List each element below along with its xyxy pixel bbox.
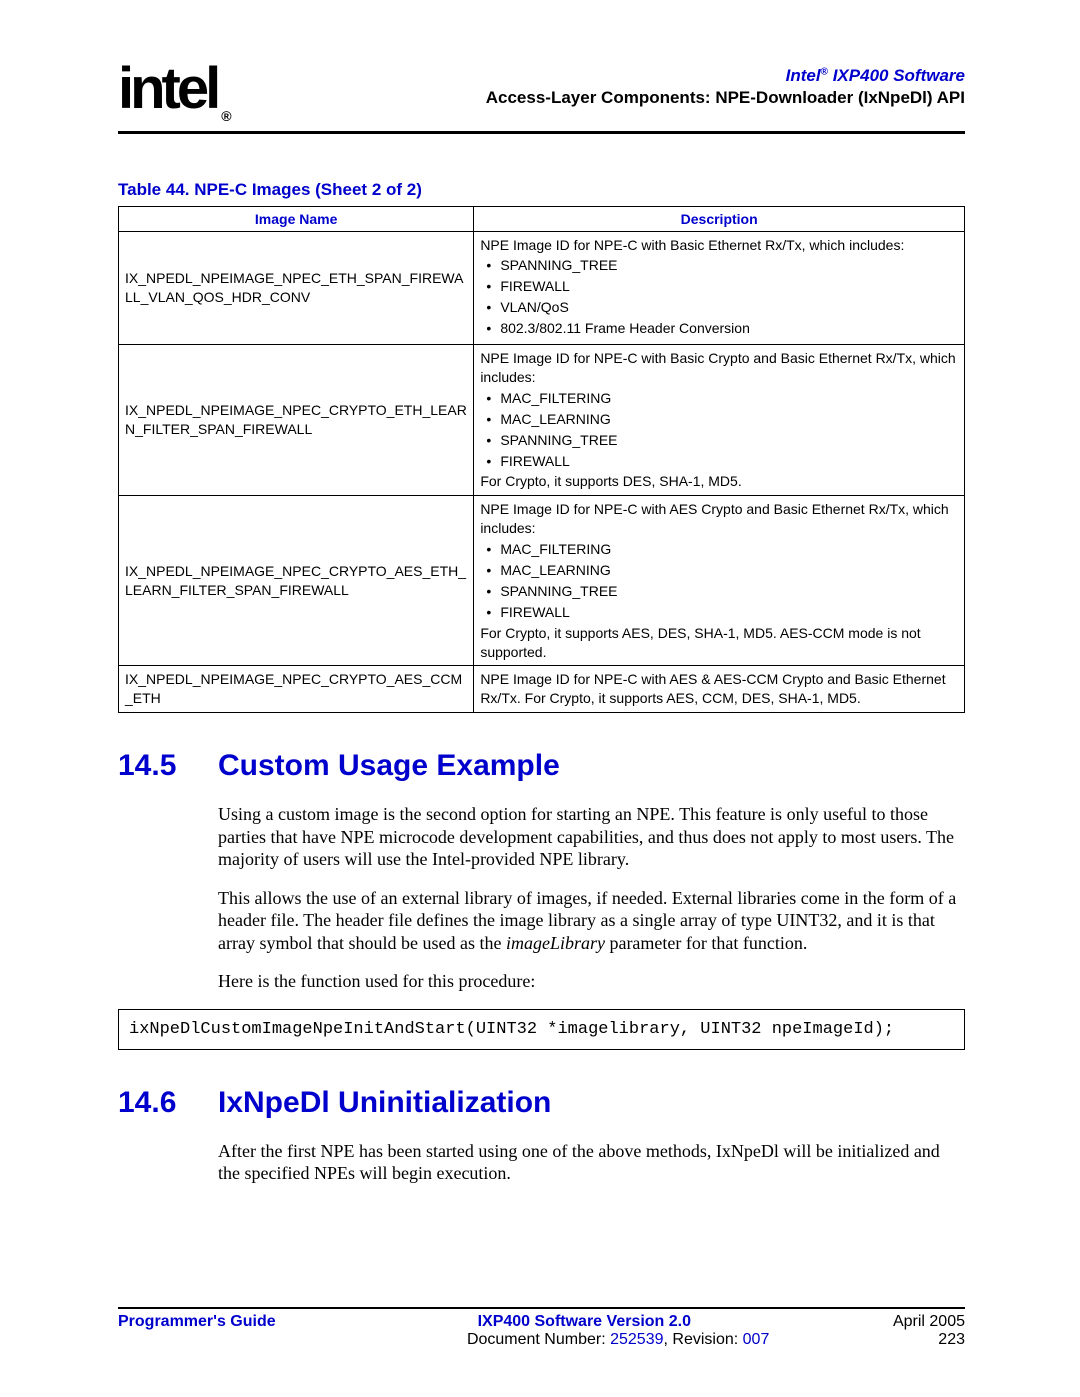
image-name-cell: IX_NPEDL_NPEIMAGE_NPEC_CRYPTO_ETH_LEARN_… — [119, 345, 474, 496]
description-cell: NPE Image ID for NPE-C with Basic Ethern… — [474, 231, 965, 344]
section-number: 14.6 — [118, 1086, 218, 1120]
footer-page-number: 223 — [938, 1331, 965, 1349]
description-cell: NPE Image ID for NPE-C with Basic Crypto… — [474, 345, 965, 496]
code-snippet: ixNpeDlCustomImageNpeInitAndStart(UINT32… — [118, 1009, 965, 1050]
list-item: 802.3/802.11 Frame Header Conversion — [480, 319, 958, 338]
footer-docnum: Document Number: 252539, Revision: 007 — [298, 1331, 938, 1349]
registered-icon: ® — [221, 108, 231, 124]
list-item: VLAN/QoS — [480, 298, 958, 317]
list-item: MAC_FILTERING — [480, 540, 958, 559]
paragraph: This allows the use of an external libra… — [218, 887, 965, 955]
footer-guide-label: Programmer's Guide — [118, 1313, 276, 1331]
list-item: FIREWALL — [480, 277, 958, 296]
chapter-title: Access-Layer Components: NPE-Downloader … — [486, 88, 965, 108]
intel-logo: intel® — [118, 60, 232, 123]
table-caption: Table 44. NPE-C Images (Sheet 2 of 2) — [118, 180, 965, 200]
image-name-cell: IX_NPEDL_NPEIMAGE_NPEC_ETH_SPAN_FIREWALL… — [119, 231, 474, 344]
col-description: Description — [474, 206, 965, 231]
list-item: MAC_LEARNING — [480, 561, 958, 580]
col-image-name: Image Name — [119, 206, 474, 231]
header-right: Intel® IXP400 Software Access-Layer Comp… — [486, 60, 965, 108]
footer-version: IXP400 Software Version 2.0 — [478, 1313, 691, 1330]
paragraph: After the first NPE has been started usi… — [218, 1140, 965, 1185]
paragraph: Using a custom image is the second optio… — [218, 803, 965, 871]
list-item: SPANNING_TREE — [480, 431, 958, 450]
description-cell: NPE Image ID for NPE-C with AES & AES-CC… — [474, 666, 965, 713]
footer-rule — [118, 1307, 965, 1309]
list-item: FIREWALL — [480, 603, 958, 622]
table-row: IX_NPEDL_NPEIMAGE_NPEC_CRYPTO_AES_CCM_ET… — [119, 666, 965, 713]
list-item: SPANNING_TREE — [480, 256, 958, 275]
registered-icon: ® — [821, 66, 828, 77]
section-heading-14-5: 14.5Custom Usage Example — [118, 749, 965, 783]
list-item: FIREWALL — [480, 452, 958, 471]
section-title: IxNpeDl Uninitialization — [218, 1086, 551, 1119]
section-number: 14.5 — [118, 749, 218, 783]
description-cell: NPE Image ID for NPE-C with AES Crypto a… — [474, 496, 965, 666]
image-name-cell: IX_NPEDL_NPEIMAGE_NPEC_CRYPTO_AES_CCM_ET… — [119, 666, 474, 713]
list-item: SPANNING_TREE — [480, 582, 958, 601]
section-title: Custom Usage Example — [218, 749, 560, 782]
page-header: intel® Intel® IXP400 Software Access-Lay… — [118, 60, 965, 123]
paragraph: Here is the function used for this proce… — [218, 970, 965, 993]
list-item: MAC_LEARNING — [480, 410, 958, 429]
image-name-cell: IX_NPEDL_NPEIMAGE_NPEC_CRYPTO_AES_ETH_LE… — [119, 496, 474, 666]
section-heading-14-6: 14.6IxNpeDl Uninitialization — [118, 1086, 965, 1120]
page-footer: Programmer's Guide IXP400 Software Versi… — [118, 1307, 965, 1349]
table-row: IX_NPEDL_NPEIMAGE_NPEC_CRYPTO_ETH_LEARN_… — [119, 345, 965, 496]
table-row: IX_NPEDL_NPEIMAGE_NPEC_ETH_SPAN_FIREWALL… — [119, 231, 965, 344]
footer-date: April 2005 — [893, 1313, 965, 1331]
list-item: MAC_FILTERING — [480, 389, 958, 408]
logo-text: intel — [118, 56, 217, 121]
table-row: IX_NPEDL_NPEIMAGE_NPEC_CRYPTO_AES_ETH_LE… — [119, 496, 965, 666]
header-rule — [118, 131, 965, 134]
table-header-row: Image Name Description — [119, 206, 965, 231]
product-title: Intel® IXP400 Software — [486, 66, 965, 86]
npe-images-table: Image Name Description IX_NPEDL_NPEIMAGE… — [118, 206, 965, 714]
